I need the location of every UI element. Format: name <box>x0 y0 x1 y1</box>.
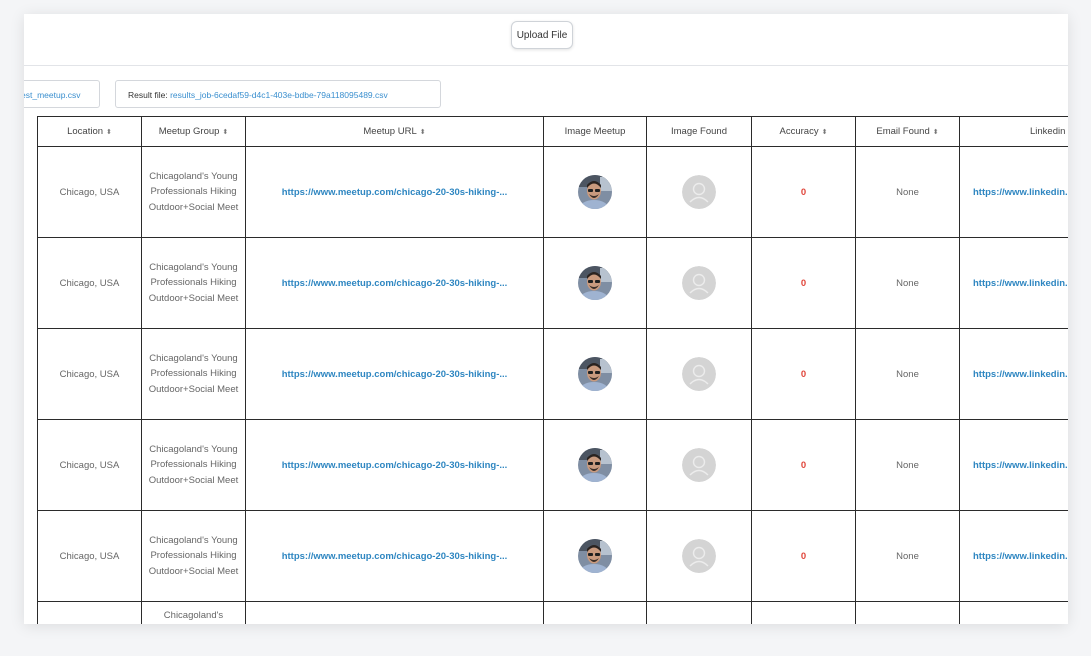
meetup-url-link[interactable]: https://www.meetup.com/chicago-20-30s-hi… <box>282 551 508 562</box>
meetup-url-cell: https://www.meetup.com/chicago-20-30s-hi… <box>245 328 544 420</box>
image-meetup-cell <box>543 146 647 238</box>
column-header-linkedin[interactable]: Linkedin <box>959 116 1068 147</box>
email-found-cell: None <box>855 237 960 329</box>
meetup-url-link[interactable]: https://www.meetup.com/chicago-20-30s-hi… <box>282 187 508 198</box>
meetup-url-cell: https://www.meetup.com/chicago-20-30s-hi… <box>245 237 544 329</box>
sort-arrows-icon[interactable]: ⬍ <box>933 129 939 136</box>
results-card: Upload File est_meetup.csv Result file: … <box>24 14 1068 624</box>
user-placeholder-icon <box>682 448 716 482</box>
user-photo-avatar <box>578 357 612 391</box>
column-header-location[interactable]: Location ⬍ <box>37 116 142 147</box>
top-toolbar: Upload File <box>24 14 1068 66</box>
meetup-url-link[interactable]: https://www.meetup.com/chicago-20-30s-hi… <box>282 369 508 380</box>
email-found-cell: None <box>855 146 960 238</box>
linkedin-cell: https://www.linkedin. <box>959 237 1068 329</box>
linkedin-cell: https://www.linkedin. <box>959 510 1068 602</box>
location-cell: Chicago, USA <box>37 146 142 238</box>
column-header-image-found: Image Found <box>646 116 752 147</box>
result-file-link[interactable]: results_job-6cedaf59-d4c1-403e-bdbe-79a1… <box>170 90 388 100</box>
user-placeholder-icon <box>682 175 716 209</box>
user-placeholder-icon <box>682 539 716 573</box>
meetup-group-cell: Chicagoland's Young Professionals Hiking… <box>141 146 246 238</box>
meetup-url-link[interactable]: https://www.meetup.com/chicago-20-30s-hi… <box>282 460 508 471</box>
table-cell <box>37 601 142 624</box>
meetup-group-cell: Chicagoland's Young Professionals Hiking… <box>141 237 246 329</box>
linkedin-link[interactable]: https://www.linkedin. <box>973 551 1068 562</box>
table-cell <box>543 601 647 624</box>
sort-arrows-icon[interactable]: ⬍ <box>106 129 112 136</box>
column-header-accuracy[interactable]: Accuracy ⬍ <box>751 116 856 147</box>
user-photo-avatar <box>578 448 612 482</box>
user-photo-avatar <box>578 266 612 300</box>
column-header-meetup-group[interactable]: Meetup Group ⬍ <box>141 116 246 147</box>
meetup-group-cell: Chicagoland's Young Professionals Hiking… <box>141 328 246 420</box>
image-meetup-cell <box>543 328 647 420</box>
results-table: Location ⬍ Meetup Group ⬍ Meetup URL ⬍ Imag… <box>37 116 1068 624</box>
result-file-label: Result file: <box>128 90 168 100</box>
column-header-email-found[interactable]: Email Found ⬍ <box>855 116 960 147</box>
table-cell <box>245 601 544 624</box>
table-row: Chicago, USA Chicagoland's Young Profess… <box>37 328 1068 420</box>
image-meetup-cell <box>543 419 647 511</box>
sort-arrows-icon[interactable]: ⬍ <box>222 129 228 136</box>
column-header-meetup-url[interactable]: Meetup URL ⬍ <box>245 116 544 147</box>
meetup-url-cell: https://www.meetup.com/chicago-20-30s-hi… <box>245 510 544 602</box>
table-row: Chicago, USA Chicagoland's Young Profess… <box>37 237 1068 329</box>
table-row: Chicago, USA Chicagoland's Young Profess… <box>37 419 1068 511</box>
upload-file-button[interactable]: Upload File <box>511 21 573 49</box>
accuracy-cell: 0 <box>751 419 856 511</box>
meetup-url-cell: https://www.meetup.com/chicago-20-30s-hi… <box>245 146 544 238</box>
table-header-row: Location ⬍ Meetup Group ⬍ Meetup URL ⬍ Imag… <box>37 116 1068 147</box>
accuracy-cell: 0 <box>751 237 856 329</box>
user-photo-avatar <box>578 539 612 573</box>
image-found-cell <box>646 237 752 329</box>
meetup-group-cell: Chicagoland's Young Professionals Hiking… <box>141 419 246 511</box>
column-header-image-meetup: Image Meetup <box>543 116 647 147</box>
location-cell: Chicago, USA <box>37 510 142 602</box>
table-row: Chicago, USA Chicagoland's Young Profess… <box>37 146 1068 238</box>
image-meetup-cell <box>543 237 647 329</box>
result-file-box: Result file: results_job-6cedaf59-d4c1-4… <box>115 80 441 108</box>
location-cell: Chicago, USA <box>37 419 142 511</box>
results-table-container[interactable]: Location ⬍ Meetup Group ⬍ Meetup URL ⬍ Imag… <box>24 116 1068 624</box>
email-found-cell: None <box>855 328 960 420</box>
accuracy-cell: 0 <box>751 328 856 420</box>
linkedin-link[interactable]: https://www.linkedin. <box>973 187 1068 198</box>
table-row: Chicago, USA Chicagoland's Young Profess… <box>37 510 1068 602</box>
input-file-box[interactable]: est_meetup.csv <box>24 80 100 108</box>
email-found-cell: None <box>855 510 960 602</box>
email-found-cell: None <box>855 419 960 511</box>
image-found-cell <box>646 419 752 511</box>
linkedin-link[interactable]: https://www.linkedin. <box>973 460 1068 471</box>
table-cell <box>646 601 752 624</box>
table-row: Chicagoland's <box>37 601 1068 624</box>
accuracy-cell: 0 <box>751 146 856 238</box>
meetup-group-cell: Chicagoland's Young Professionals Hiking… <box>141 510 246 602</box>
table-cell <box>959 601 1068 624</box>
sort-arrows-icon[interactable]: ⬍ <box>822 129 828 136</box>
image-found-cell <box>646 146 752 238</box>
image-found-cell <box>646 328 752 420</box>
image-found-cell <box>646 510 752 602</box>
location-cell: Chicago, USA <box>37 237 142 329</box>
user-placeholder-icon <box>682 266 716 300</box>
linkedin-cell: https://www.linkedin. <box>959 419 1068 511</box>
image-meetup-cell <box>543 510 647 602</box>
table-cell <box>855 601 960 624</box>
meetup-url-link[interactable]: https://www.meetup.com/chicago-20-30s-hi… <box>282 278 508 289</box>
meetup-url-cell: https://www.meetup.com/chicago-20-30s-hi… <box>245 419 544 511</box>
linkedin-link[interactable]: https://www.linkedin. <box>973 278 1068 289</box>
input-file-link[interactable]: est_meetup.csv <box>24 90 81 100</box>
location-cell: Chicago, USA <box>37 328 142 420</box>
user-photo-avatar <box>578 175 612 209</box>
sort-arrows-icon[interactable]: ⬍ <box>420 129 426 136</box>
linkedin-cell: https://www.linkedin. <box>959 328 1068 420</box>
linkedin-link[interactable]: https://www.linkedin. <box>973 369 1068 380</box>
linkedin-cell: https://www.linkedin. <box>959 146 1068 238</box>
user-placeholder-icon <box>682 357 716 391</box>
meetup-group-cell: Chicagoland's <box>141 601 246 624</box>
accuracy-cell: 0 <box>751 510 856 602</box>
table-cell <box>751 601 856 624</box>
